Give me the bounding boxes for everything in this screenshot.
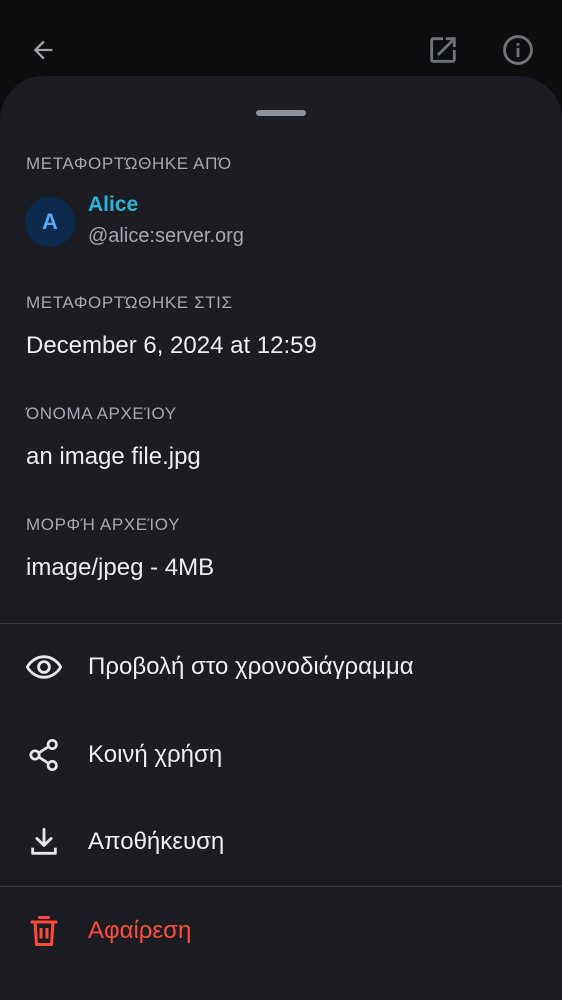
share-icon xyxy=(24,735,64,775)
file-name-label: ΌΝΟΜΑ ΑΡΧΕΊΟΥ xyxy=(26,404,177,423)
save-item[interactable]: Αποθήκευση xyxy=(0,802,562,882)
delete-icon xyxy=(24,911,64,951)
eye-icon xyxy=(24,647,64,687)
uploaded-on-label: ΜΕΤΑΦΟΡΤΏΘΗΚΕ ΣΤΙΣ xyxy=(26,293,233,312)
download-icon xyxy=(24,822,64,862)
info-icon xyxy=(503,35,533,65)
remove-label: Αφαίρεση xyxy=(88,917,192,944)
save-label: Αποθήκευση xyxy=(88,828,225,855)
view-in-timeline-item[interactable]: Προβολή στο χρονοδιάγραμμα xyxy=(0,627,562,707)
remove-item[interactable]: Αφαίρεση xyxy=(0,891,562,971)
open-external-icon xyxy=(430,37,456,63)
view-in-timeline-label: Προβολή στο χρονοδιάγραμμα xyxy=(88,653,414,680)
sender-id: @alice:server.org xyxy=(88,225,244,247)
file-format-label: ΜΟΡΦΉ ΑΡΧΕΊΟΥ xyxy=(26,515,181,534)
open-external-button[interactable] xyxy=(425,32,461,68)
drag-handle[interactable] xyxy=(256,110,306,116)
share-item[interactable]: Κοινή χρήση xyxy=(0,715,562,795)
file-format-value: image/jpeg - 4MB xyxy=(26,554,215,581)
sender-name: Alice xyxy=(88,193,139,216)
info-button[interactable] xyxy=(500,32,536,68)
share-label: Κοινή χρήση xyxy=(88,741,223,768)
back-button[interactable] xyxy=(25,32,61,68)
divider xyxy=(0,623,562,624)
uploaded-by-label: ΜΕΤΑΦΟΡΤΏΘΗΚΕ ΑΠΌ xyxy=(26,154,232,173)
media-details-bottom-sheet: ΜΕΤΑΦΟΡΤΏΘΗΚΕ ΑΠΌ A Alice @alice:server.… xyxy=(0,76,562,1000)
divider xyxy=(0,886,562,887)
file-name-value: an image file.jpg xyxy=(26,443,201,470)
arrow-back-icon xyxy=(33,40,53,60)
upload-date-value: December 6, 2024 at 12:59 xyxy=(26,332,317,359)
avatar: A xyxy=(25,197,75,247)
